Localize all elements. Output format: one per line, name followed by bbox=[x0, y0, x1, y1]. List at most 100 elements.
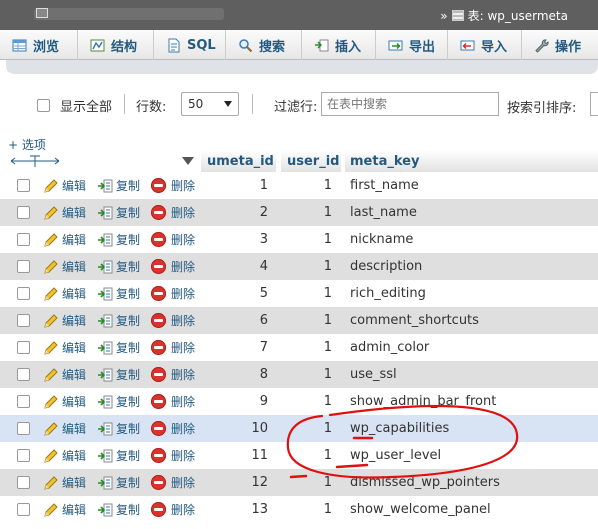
delete-button[interactable]: 删除 bbox=[151, 496, 195, 523]
cell-meta-key[interactable]: comment_shortcuts bbox=[350, 307, 479, 334]
table-row[interactable]: 编辑 复制 删除 5 1 rich_editing bbox=[0, 280, 598, 307]
edit-button[interactable]: 编辑 bbox=[43, 415, 86, 442]
row-checkbox[interactable] bbox=[17, 395, 30, 408]
copy-button[interactable]: 复制 bbox=[97, 253, 140, 280]
row-checkbox[interactable] bbox=[17, 314, 30, 327]
cell-umeta-id[interactable]: 9 bbox=[200, 388, 268, 415]
table-row[interactable]: 编辑 复制 删除 11 1 wp_user_level bbox=[0, 442, 598, 469]
delete-button[interactable]: 删除 bbox=[151, 415, 195, 442]
copy-button[interactable]: 复制 bbox=[97, 334, 140, 361]
cell-umeta-id[interactable]: 13 bbox=[200, 496, 268, 523]
row-checkbox[interactable] bbox=[17, 476, 30, 489]
cell-umeta-id[interactable]: 6 bbox=[200, 307, 268, 334]
delete-button[interactable]: 删除 bbox=[151, 442, 195, 469]
cell-umeta-id[interactable]: 4 bbox=[200, 253, 268, 280]
row-checkbox[interactable] bbox=[17, 503, 30, 516]
cell-user-id[interactable]: 1 bbox=[280, 334, 332, 361]
cell-user-id[interactable]: 1 bbox=[280, 307, 332, 334]
cell-user-id[interactable]: 1 bbox=[280, 172, 332, 199]
table-row[interactable]: 编辑 复制 删除 3 1 nickname bbox=[0, 226, 598, 253]
copy-button[interactable]: 复制 bbox=[97, 199, 140, 226]
copy-button[interactable]: 复制 bbox=[97, 469, 140, 496]
delete-button[interactable]: 删除 bbox=[151, 469, 195, 496]
cell-meta-key[interactable]: wp_capabilities bbox=[350, 415, 449, 442]
cell-user-id[interactable]: 1 bbox=[280, 199, 332, 226]
table-row[interactable]: 编辑 复制 删除 1 1 first_name bbox=[0, 172, 598, 199]
cell-meta-key[interactable]: show_admin_bar_front bbox=[350, 388, 496, 415]
cell-meta-key[interactable]: description bbox=[350, 253, 422, 280]
cell-meta-key[interactable]: first_name bbox=[350, 172, 419, 199]
breadcrumb-table[interactable]: 表: wp_usermeta bbox=[468, 7, 568, 24]
cell-meta-key[interactable]: last_name bbox=[350, 199, 417, 226]
cell-umeta-id[interactable]: 5 bbox=[200, 280, 268, 307]
edit-button[interactable]: 编辑 bbox=[43, 469, 86, 496]
cell-user-id[interactable]: 1 bbox=[280, 226, 332, 253]
row-checkbox[interactable] bbox=[17, 233, 30, 246]
delete-button[interactable]: 删除 bbox=[151, 334, 195, 361]
column-header-meta-key[interactable]: meta_key bbox=[350, 150, 419, 172]
table-row[interactable]: 编辑 复制 删除 9 1 show_admin_bar_front bbox=[0, 388, 598, 415]
copy-button[interactable]: 复制 bbox=[97, 442, 140, 469]
tab-operations[interactable]: 操作 bbox=[522, 30, 598, 60]
edit-button[interactable]: 编辑 bbox=[43, 172, 86, 199]
copy-button[interactable]: 复制 bbox=[97, 361, 140, 388]
cell-umeta-id[interactable]: 12 bbox=[200, 469, 268, 496]
cell-meta-key[interactable]: nickname bbox=[350, 226, 413, 253]
sort-toggle[interactable] bbox=[182, 150, 194, 172]
edit-button[interactable]: 编辑 bbox=[43, 199, 86, 226]
sort-index-select[interactable] bbox=[590, 92, 598, 116]
table-row[interactable]: 编辑 复制 删除 13 1 show_welcome_panel bbox=[0, 496, 598, 523]
cell-umeta-id[interactable]: 2 bbox=[200, 199, 268, 226]
copy-button[interactable]: 复制 bbox=[97, 307, 140, 334]
delete-button[interactable]: 删除 bbox=[151, 199, 195, 226]
cell-meta-key[interactable]: use_ssl bbox=[350, 361, 397, 388]
table-row[interactable]: 编辑 复制 删除 6 1 comment_shortcuts bbox=[0, 307, 598, 334]
copy-button[interactable]: 复制 bbox=[97, 496, 140, 523]
row-checkbox[interactable] bbox=[17, 368, 30, 381]
row-checkbox[interactable] bbox=[17, 260, 30, 273]
tab-import[interactable]: 导入 bbox=[448, 30, 522, 60]
cell-user-id[interactable]: 1 bbox=[280, 496, 332, 523]
tab-structure[interactable]: 结构 bbox=[78, 30, 154, 60]
delete-button[interactable]: 删除 bbox=[151, 307, 195, 334]
tab-search[interactable]: 搜索 bbox=[226, 30, 302, 60]
copy-button[interactable]: 复制 bbox=[97, 388, 140, 415]
delete-button[interactable]: 删除 bbox=[151, 280, 195, 307]
row-checkbox[interactable] bbox=[17, 287, 30, 300]
table-row[interactable]: 编辑 复制 删除 7 1 admin_color bbox=[0, 334, 598, 361]
edit-button[interactable]: 编辑 bbox=[43, 442, 86, 469]
cell-umeta-id[interactable]: 11 bbox=[200, 442, 268, 469]
copy-button[interactable]: 复制 bbox=[97, 172, 140, 199]
edit-button[interactable]: 编辑 bbox=[43, 496, 86, 523]
column-header-user-id[interactable]: user_id bbox=[287, 150, 339, 172]
edit-button[interactable]: 编辑 bbox=[43, 307, 86, 334]
tab-insert[interactable]: 插入 bbox=[302, 30, 376, 60]
cell-umeta-id[interactable]: 8 bbox=[200, 361, 268, 388]
cell-meta-key[interactable]: rich_editing bbox=[350, 280, 426, 307]
row-checkbox[interactable] bbox=[17, 179, 30, 192]
copy-button[interactable]: 复制 bbox=[97, 280, 140, 307]
delete-button[interactable]: 删除 bbox=[151, 361, 195, 388]
edit-button[interactable]: 编辑 bbox=[43, 388, 86, 415]
cell-user-id[interactable]: 1 bbox=[280, 388, 332, 415]
row-checkbox[interactable] bbox=[17, 206, 30, 219]
tab-export[interactable]: 导出 bbox=[376, 30, 448, 60]
cell-user-id[interactable]: 1 bbox=[280, 442, 332, 469]
tab-browse[interactable]: 浏览 bbox=[0, 30, 78, 60]
cell-umeta-id[interactable]: 10 bbox=[200, 415, 268, 442]
copy-button[interactable]: 复制 bbox=[97, 226, 140, 253]
cell-meta-key[interactable]: show_welcome_panel bbox=[350, 496, 491, 523]
cell-meta-key[interactable]: wp_user_level bbox=[350, 442, 441, 469]
table-row[interactable]: 编辑 复制 删除 12 1 dismissed_wp_pointers bbox=[0, 469, 598, 496]
cell-umeta-id[interactable]: 7 bbox=[200, 334, 268, 361]
tab-sql[interactable]: SQL bbox=[154, 30, 226, 60]
table-row[interactable]: 编辑 复制 删除 2 1 last_name bbox=[0, 199, 598, 226]
edit-button[interactable]: 编辑 bbox=[43, 226, 86, 253]
table-row[interactable]: 编辑 复制 删除 4 1 description bbox=[0, 253, 598, 280]
cell-user-id[interactable]: 1 bbox=[280, 280, 332, 307]
cell-meta-key[interactable]: dismissed_wp_pointers bbox=[350, 469, 500, 496]
delete-button[interactable]: 删除 bbox=[151, 172, 195, 199]
rows-select[interactable]: 50 bbox=[181, 92, 239, 116]
edit-button[interactable]: 编辑 bbox=[43, 334, 86, 361]
column-resize-arrows[interactable] bbox=[10, 150, 60, 172]
